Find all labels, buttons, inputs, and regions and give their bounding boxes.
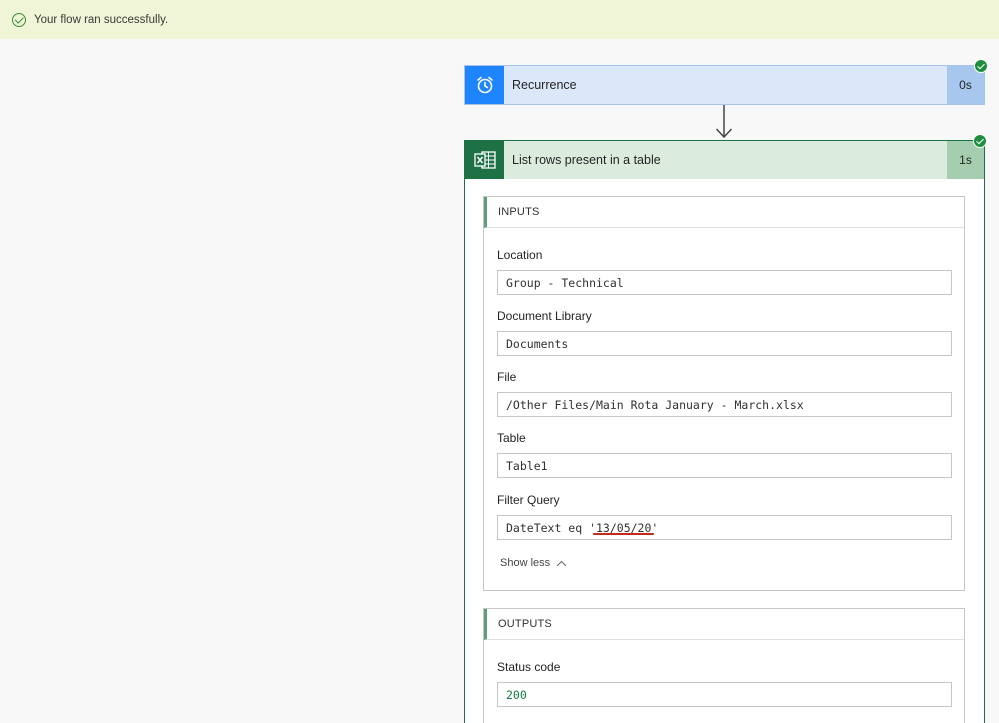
field-label: Status code (497, 660, 561, 674)
annotation-underline (593, 533, 654, 535)
outputs-section: OUTPUTS Status code 200 (483, 608, 965, 723)
field-label: Filter Query (497, 493, 560, 507)
excel-icon (465, 141, 504, 179)
field-value[interactable]: Table1 (497, 453, 952, 478)
chevron-up-icon (556, 560, 567, 566)
banner-message: Your flow ran successfully. (34, 13, 169, 26)
inputs-header: INPUTS (484, 197, 964, 228)
filter-query-value[interactable]: DateText eq '13/05/20' (497, 515, 952, 540)
show-less-label: Show less (500, 557, 551, 569)
recurrence-card[interactable]: Recurrence 0s (464, 65, 985, 105)
field-label: File (497, 370, 517, 384)
success-check-icon (973, 134, 987, 148)
field-label: Document Library (497, 309, 592, 323)
success-check-icon (974, 59, 988, 73)
list-rows-card: List rows present in a table 1s INPUTS L… (464, 140, 985, 723)
file-field: File /Other Files/Main Rota January - Ma… (497, 370, 952, 417)
show-less-button[interactable]: Show less (500, 557, 567, 569)
outputs-header: OUTPUTS (484, 609, 964, 640)
success-banner: Your flow ran successfully. (0, 0, 999, 39)
field-label: Location (497, 248, 543, 262)
check-circle-icon (12, 12, 26, 27)
document-library-field: Document Library Documents (497, 309, 952, 356)
recurrence-title: Recurrence (512, 78, 577, 92)
field-value[interactable]: Documents (497, 331, 952, 356)
field-value[interactable]: Group - Technical (497, 270, 952, 295)
inputs-section: INPUTS Location Group - Technical Docume… (483, 196, 965, 591)
field-label: Table (497, 431, 526, 445)
list-rows-title: List rows present in a table (512, 153, 661, 167)
field-value[interactable]: /Other Files/Main Rota January - March.x… (497, 392, 952, 417)
alarm-clock-icon (465, 66, 504, 104)
table-field: Table Table1 (497, 431, 952, 478)
field-value[interactable]: 200 (497, 682, 952, 707)
status-code-field: Status code 200 (497, 660, 952, 707)
list-rows-header[interactable]: List rows present in a table 1s (465, 141, 984, 179)
connector-arrow-icon (715, 105, 733, 139)
filter-query-field: Filter Query DateText eq '13/05/20' (497, 493, 952, 540)
location-field: Location Group - Technical (497, 248, 952, 295)
